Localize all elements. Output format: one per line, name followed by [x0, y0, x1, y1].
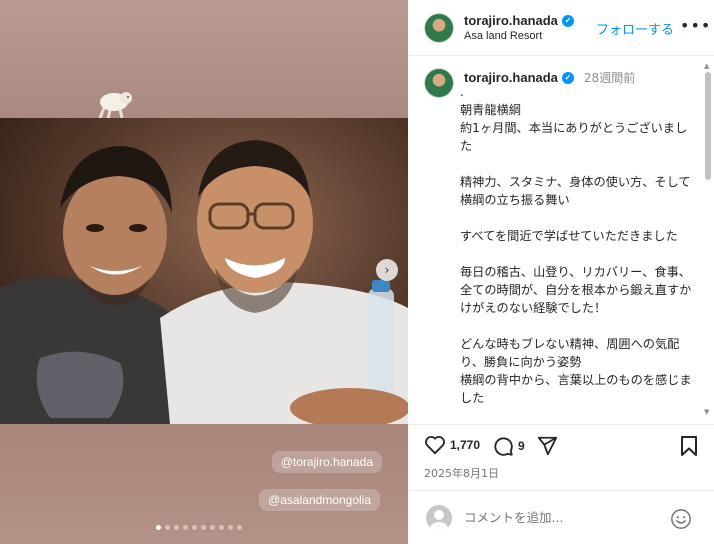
user-placeholder-icon: [430, 509, 448, 531]
photo-illustration: [0, 118, 408, 424]
post-header: torajiro.hanada ✓ Asa land Resort フォローする…: [408, 0, 714, 56]
slide-dot: [210, 525, 215, 530]
slide-dot: [237, 525, 242, 530]
comment-action: 9: [492, 435, 525, 457]
slide-dot: [228, 525, 233, 530]
follow-button[interactable]: フォローする: [596, 19, 674, 38]
sheep-sticker: [98, 92, 132, 120]
post-date[interactable]: 2025年8月1日: [424, 465, 499, 481]
comment-composer: [408, 490, 714, 544]
share-icon[interactable]: [536, 435, 558, 457]
media-top-background: [0, 0, 408, 118]
slide-indicator: [156, 525, 242, 530]
more-options-icon[interactable]: •••: [680, 16, 711, 35]
mention-tag[interactable]: @asalandmongolia: [259, 489, 380, 511]
location-link[interactable]: Asa land Resort: [464, 30, 574, 42]
chevron-right-icon: ›: [384, 263, 390, 277]
slide-dot: [219, 525, 224, 530]
mention-tag[interactable]: @torajiro.hanada: [271, 451, 382, 473]
like-count[interactable]: 1,770: [450, 438, 480, 452]
like-action: 1,770: [424, 435, 480, 455]
avatar[interactable]: [424, 12, 454, 43]
slide-dot: [201, 525, 206, 530]
slide-dot: [165, 525, 170, 530]
scroll-up-icon[interactable]: ▲: [704, 62, 709, 70]
save-action: [680, 435, 698, 457]
scroll-down-icon[interactable]: ▼: [704, 408, 709, 416]
current-user-avatar: [426, 504, 452, 531]
scrollbar-thumb[interactable]: [705, 72, 711, 180]
comment-count[interactable]: 9: [518, 439, 525, 453]
bookmark-icon[interactable]: [680, 435, 698, 457]
next-slide-button[interactable]: ›: [376, 259, 398, 281]
caption-text: . 朝青龍横綱 約1ヶ月間、本当にありがとうございました 精神力、スタミナ、身体…: [460, 85, 692, 405]
caption-area[interactable]: torajiro.hanada ✓ 28週間前 . 朝青龍横綱 約1ヶ月間、本当…: [408, 57, 714, 417]
avatar[interactable]: [424, 68, 454, 98]
post-photo: [0, 118, 408, 424]
slide-dot: [174, 525, 179, 530]
verified-icon: ✓: [561, 14, 574, 27]
post-side-panel: torajiro.hanada ✓ Asa land Resort フォローする…: [408, 0, 714, 544]
heart-icon[interactable]: [424, 435, 446, 455]
comment-input[interactable]: [464, 510, 664, 525]
slide-dot: [183, 525, 188, 530]
share-action: [536, 435, 558, 457]
slide-dot: [192, 525, 197, 530]
slide-dot: [156, 525, 161, 530]
verified-icon: ✓: [561, 71, 574, 84]
post-media: › @torajiro.hanada @asalandmongolia: [0, 0, 408, 544]
username-link[interactable]: torajiro.hanada: [464, 13, 558, 28]
emoji-icon[interactable]: [670, 508, 692, 530]
comment-icon[interactable]: [492, 435, 514, 457]
